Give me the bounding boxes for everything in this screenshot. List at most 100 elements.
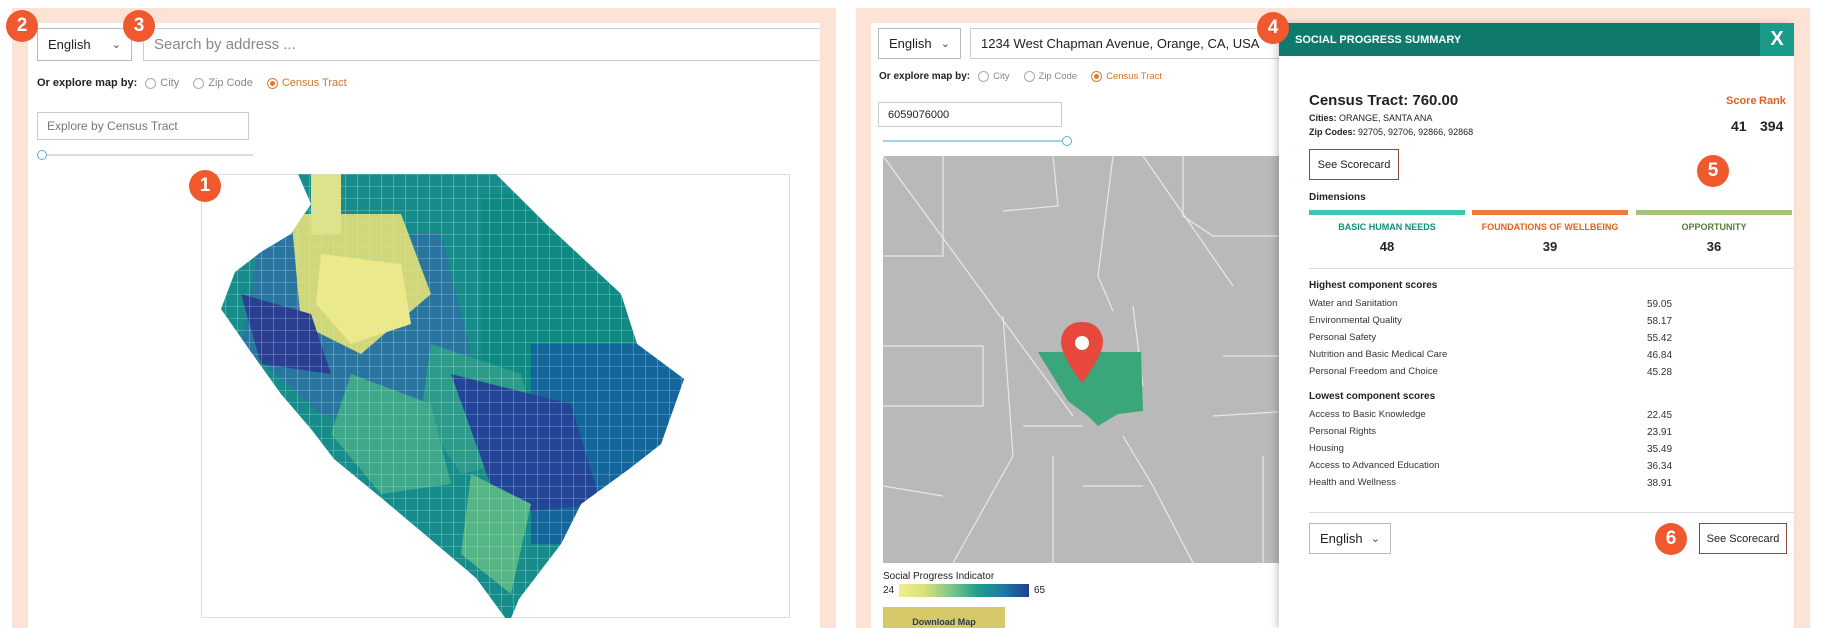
highest-row-1: Environmental Quality — [1309, 315, 1402, 326]
radio-zip[interactable]: Zip Code — [1023, 71, 1078, 82]
lowest-value-3: 36.34 — [1647, 461, 1673, 472]
census-tract-input[interactable]: 6059076000 — [878, 102, 1062, 127]
callout-badge-3: 3 — [123, 10, 155, 42]
zips-value: 92705, 92706, 92866, 92868 — [1358, 127, 1474, 137]
dimension-label-basic: BASIC HUMAN NEEDS — [1338, 222, 1436, 232]
lowest-row-1: Personal Rights — [1309, 426, 1377, 437]
highest-row-3: Nutrition and Basic Medical Care — [1309, 349, 1448, 360]
callout-badge-5: 5 — [1697, 155, 1729, 187]
radio-selected-icon — [266, 77, 278, 89]
radio-zip-label: Zip Code — [208, 77, 253, 89]
highest-value-2: 55.42 — [1647, 333, 1673, 344]
address-value: 1234 West Chapman Avenue, Orange, CA, US… — [981, 36, 1260, 51]
radio-zip[interactable]: Zip Code — [193, 77, 253, 89]
callout-badge-4: 4 — [1257, 12, 1289, 44]
cities-line: Cities: ORANGE, SANTA ANA — [1309, 113, 1432, 123]
chevron-down-icon: ⌄ — [1370, 533, 1380, 545]
highest-row-2: Personal Safety — [1309, 332, 1377, 343]
radio-city[interactable]: City — [978, 71, 1010, 82]
cities-label: Cities: — [1309, 113, 1337, 123]
lowest-row-3: Access to Advanced Education — [1309, 460, 1440, 471]
lowest-value-4: 38.91 — [1647, 478, 1673, 489]
lowest-label: Lowest component scores — [1309, 391, 1436, 402]
census-tract-placeholder: Explore by Census Tract — [47, 119, 178, 133]
legend-title: Social Progress Indicator — [883, 571, 995, 582]
slider-track[interactable] — [883, 140, 1067, 142]
footer-see-scorecard-button[interactable]: See Scorecard — [1699, 523, 1787, 554]
radio-circle-icon — [145, 77, 157, 89]
street-map-lines — [883, 156, 1293, 563]
summary-title: SOCIAL PROGRESS SUMMARY — [1295, 33, 1462, 46]
footer-see-scorecard-label: See Scorecard — [1706, 532, 1780, 545]
radio-circle-icon — [193, 77, 205, 89]
radio-city[interactable]: City — [145, 77, 179, 89]
summary-header: SOCIAL PROGRESS SUMMARY — [1279, 23, 1794, 56]
callout-badge-6: 6 — [1655, 523, 1687, 555]
zips-line: Zip Codes: 92705, 92706, 92866, 92868 — [1309, 127, 1473, 137]
zips-label: Zip Codes: — [1309, 127, 1356, 137]
language-select[interactable]: English ⌄ — [878, 28, 961, 59]
summary-panel: SOCIAL PROGRESS SUMMARY X Census Tract: … — [1279, 23, 1794, 628]
score-label: Score — [1726, 95, 1757, 107]
radio-zip-label: Zip Code — [1038, 71, 1078, 82]
legend-min: 24 — [883, 585, 895, 596]
legend-gradient — [899, 584, 1029, 597]
language-select-value: English — [889, 36, 932, 51]
download-map-label: Download Map — [912, 617, 976, 627]
rank-label: Rank — [1759, 95, 1786, 107]
radio-circle-icon — [978, 71, 990, 82]
chevron-down-icon: ⌄ — [940, 38, 950, 50]
dimension-bar-foundations — [1472, 210, 1628, 215]
callout-badge-1: 1 — [189, 170, 221, 202]
radio-city-label: City — [993, 71, 1010, 82]
highest-label: Highest component scores — [1309, 280, 1438, 291]
radio-city-label: City — [160, 77, 180, 89]
dimension-value-opportunity: 36 — [1706, 239, 1722, 254]
explore-options: Or explore map by: City Zip Code Census … — [37, 77, 353, 89]
radio-census-tract[interactable]: Census Tract — [1091, 71, 1162, 82]
divider — [1309, 512, 1794, 513]
slider-handle[interactable] — [1062, 136, 1072, 146]
highest-row-0: Water and Sanitation — [1309, 298, 1398, 309]
choropleth-map[interactable] — [201, 174, 790, 618]
rank-value: 394 — [1760, 118, 1784, 134]
lowest-value-1: 23.91 — [1647, 427, 1673, 438]
explore-options: Or explore map by: City Zip Code Census … — [879, 71, 1168, 82]
census-tract-input[interactable]: Explore by Census Tract — [37, 112, 249, 140]
close-button[interactable]: X — [1760, 23, 1794, 56]
lowest-row-0: Access to Basic Knowledge — [1309, 409, 1426, 420]
lowest-value-2: 35.49 — [1647, 444, 1673, 455]
radio-census-tract[interactable]: Census Tract — [266, 77, 347, 89]
tract-title: Census Tract: 760.00 — [1309, 92, 1459, 109]
divider — [1309, 268, 1794, 269]
search-placeholder: Search by address ... — [154, 36, 296, 53]
see-scorecard-button[interactable]: See Scorecard — [1309, 149, 1399, 180]
street-map[interactable] — [883, 156, 1293, 563]
legend-max: 65 — [1034, 585, 1046, 596]
dimension-label-opportunity: OPPORTUNITY — [1681, 222, 1747, 232]
radio-selected-icon — [1091, 71, 1103, 82]
left-panel-content: English ⌄ Search by address ... Or explo… — [28, 23, 820, 628]
chevron-down-icon: ⌄ — [111, 39, 121, 51]
slider-handle[interactable] — [37, 150, 47, 160]
radio-census-tract-label: Census Tract — [1106, 71, 1163, 82]
dimension-value-foundations: 39 — [1542, 239, 1558, 254]
radio-circle-icon — [1023, 71, 1035, 82]
language-select-value: English — [48, 37, 91, 52]
dimensions-label: Dimensions — [1309, 192, 1366, 203]
census-tract-value: 6059076000 — [888, 108, 950, 121]
cities-value: ORANGE, SANTA ANA — [1339, 113, 1433, 123]
download-map-button[interactable]: Download Map — [883, 607, 1005, 628]
highest-value-0: 59.05 — [1647, 299, 1673, 310]
footer-language-select[interactable]: English ⌄ — [1309, 523, 1391, 554]
slider-track[interactable] — [38, 154, 253, 156]
highest-value-4: 45.28 — [1647, 367, 1673, 378]
lowest-value-0: 22.45 — [1647, 410, 1673, 421]
language-select[interactable]: English ⌄ — [37, 28, 132, 61]
highest-value-3: 46.84 — [1647, 350, 1673, 361]
radio-census-tract-label: Census Tract — [281, 77, 347, 89]
close-icon: X — [1770, 28, 1784, 50]
highest-row-4: Personal Freedom and Choice — [1309, 366, 1438, 377]
callout-badge-2: 2 — [6, 10, 38, 42]
search-input[interactable]: Search by address ... — [143, 28, 820, 61]
